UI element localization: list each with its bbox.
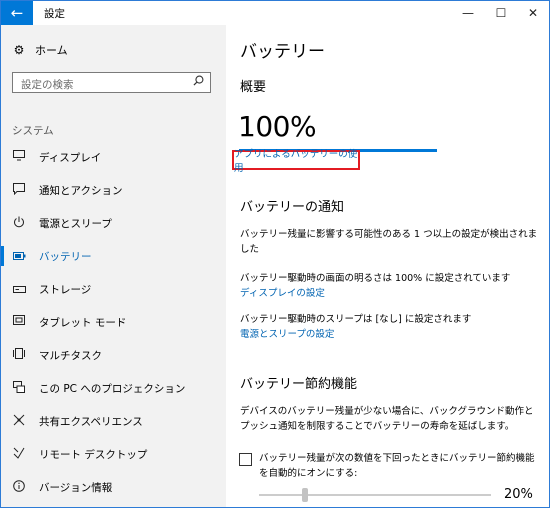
sleep-text: バッテリー駆動時のスリープは [なし] に設定されます xyxy=(240,314,472,325)
display-settings-link[interactable]: ディスプレイの設定 xyxy=(240,288,325,299)
title-bar: ← 設定 — ☐ ✕ xyxy=(1,1,549,25)
sidebar: ⚙ ホーム システム ディスプレイ 通知とアクション 電源と xyxy=(1,25,226,507)
sidebar-item-battery[interactable]: バッテリー xyxy=(1,244,226,268)
auto-saver-label: バッテリー残量が次の数値を下回ったときにバッテリー節約機能を自動的にオンにする: xyxy=(259,453,535,479)
sidebar-item-projection[interactable]: この PC へのプロジェクション xyxy=(1,376,226,400)
sidebar-item-label: リモート デスクトップ xyxy=(39,448,148,461)
sidebar-item-shared-experiences[interactable]: 共有エクスペリエンス xyxy=(1,409,226,433)
search-icon[interactable] xyxy=(193,75,204,89)
sidebar-item-about[interactable]: バージョン情報 xyxy=(1,475,226,499)
home-label: ホーム xyxy=(35,44,68,57)
projection-icon xyxy=(12,380,26,396)
sidebar-item-multitasking[interactable]: マルチタスク xyxy=(1,343,226,367)
home-nav-item[interactable]: ⚙ ホーム xyxy=(12,42,68,58)
back-button[interactable]: ← xyxy=(1,1,33,25)
usage-link-highlight: アプリによるバッテリーの使用 xyxy=(232,149,360,174)
settings-window: ← 設定 — ☐ ✕ ⚙ ホーム システム ディスプレイ xyxy=(0,0,550,508)
power-icon xyxy=(12,216,26,231)
notification-text: バッテリー残量に影響する可能性のある 1 つ以上の設定が検出されました xyxy=(240,229,538,255)
maximize-icon: ☐ xyxy=(495,6,507,20)
sidebar-item-display[interactable]: ディスプレイ xyxy=(1,145,226,169)
sidebar-item-tablet-mode[interactable]: タブレット モード xyxy=(1,310,226,334)
remote-desktop-icon xyxy=(12,447,26,462)
sidebar-item-remote-desktop[interactable]: リモート デスクトップ xyxy=(1,442,226,466)
power-link-row: 電源とスリープの設定 xyxy=(240,327,540,342)
sidebar-item-label: 共有エクスペリエンス xyxy=(39,415,143,428)
auto-saver-checkbox[interactable] xyxy=(239,453,252,466)
sidebar-item-label: 通知とアクション xyxy=(39,184,123,197)
sidebar-item-label: ストレージ xyxy=(39,283,92,296)
gear-icon: ⚙ xyxy=(13,43,25,57)
display-icon xyxy=(12,150,26,164)
settings-search-box xyxy=(12,72,211,95)
brightness-text: バッテリー駆動時の画面の明るさは 100% に設定されています xyxy=(240,273,511,284)
back-arrow-icon: ← xyxy=(10,4,24,22)
power-sleep-settings-link[interactable]: 電源とスリープの設定 xyxy=(240,329,334,340)
close-button[interactable]: ✕ xyxy=(517,1,549,25)
sidebar-item-label: ディスプレイ xyxy=(39,151,102,164)
battery-page: バッテリー 概要 100% アプリによるバッテリーの使用 バッテリーの通知 バッ… xyxy=(227,25,549,507)
saver-description: デバイスのバッテリー残量が少ない場合に、バックグラウンド動作とプッシュ通知を制限… xyxy=(240,406,534,432)
sidebar-item-label: 電源とスリープ xyxy=(39,217,112,230)
sidebar-item-label: バージョン情報 xyxy=(39,481,113,494)
sidebar-item-storage[interactable]: ストレージ xyxy=(1,277,226,301)
saver-heading: バッテリー節約機能 xyxy=(240,377,358,392)
section-label: システム xyxy=(12,125,54,137)
battery-usage-by-app-link[interactable]: アプリによるバッテリーの使用 xyxy=(234,146,358,174)
minimize-button[interactable]: — xyxy=(452,1,484,25)
sidebar-item-label: タブレット モード xyxy=(39,316,127,329)
threshold-slider-track[interactable] xyxy=(259,494,491,496)
sidebar-item-notifications[interactable]: 通知とアクション xyxy=(1,178,226,202)
close-icon: ✕ xyxy=(527,6,539,20)
sidebar-item-label: バッテリー xyxy=(39,250,92,263)
storage-icon xyxy=(12,283,26,296)
active-indicator xyxy=(1,246,4,266)
minimize-icon: — xyxy=(462,6,474,20)
tablet-icon xyxy=(12,314,26,330)
battery-percent: 100% xyxy=(238,110,317,143)
display-link-row: ディスプレイの設定 xyxy=(240,286,540,301)
notification-icon xyxy=(12,182,26,198)
notification-heading: バッテリーの通知 xyxy=(240,200,345,215)
window-title: 設定 xyxy=(44,8,65,20)
threshold-slider-thumb[interactable] xyxy=(302,488,309,502)
sidebar-item-power[interactable]: 電源とスリープ xyxy=(1,211,226,235)
maximize-button[interactable]: ☐ xyxy=(485,1,517,25)
threshold-value: 20% xyxy=(504,487,533,502)
sidebar-item-label: この PC へのプロジェクション xyxy=(39,382,186,395)
sidebar-item-label: マルチタスク xyxy=(39,349,102,362)
share-icon xyxy=(12,414,26,429)
multitask-icon xyxy=(12,348,26,362)
info-icon xyxy=(12,479,26,495)
battery-icon xyxy=(12,250,26,263)
search-input[interactable] xyxy=(13,75,191,95)
page-title: バッテリー xyxy=(240,42,325,62)
overview-heading: 概要 xyxy=(240,80,267,95)
